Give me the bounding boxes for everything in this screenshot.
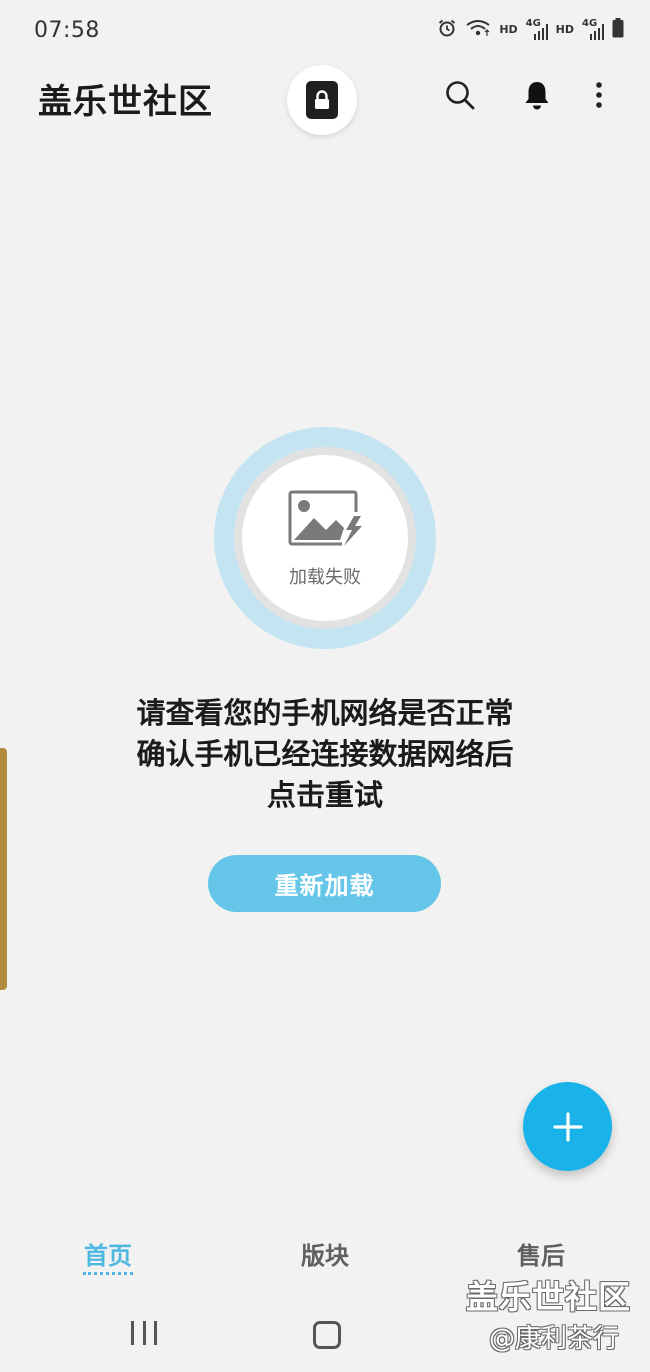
nav-active-indicator <box>83 1272 133 1275</box>
battery-icon <box>612 18 624 41</box>
lock-icon <box>306 81 338 119</box>
nav-tab-home[interactable]: 首页 <box>83 1236 133 1271</box>
app-bar: 盖乐世社区 <box>0 62 650 135</box>
status-icons: HD 4G HD 4G <box>437 18 624 41</box>
app-title: 盖乐世社区 <box>38 82 213 122</box>
load-failed-label: 加载失败 <box>289 567 361 588</box>
plus-icon <box>552 1111 583 1142</box>
error-message-line: 点击重试 <box>266 778 383 812</box>
nav-tab-after-sales[interactable]: 售后 <box>516 1236 566 1271</box>
hd-label: HD <box>499 23 518 36</box>
edge-panel-handle[interactable] <box>0 748 7 990</box>
broken-image-icon <box>288 490 368 550</box>
error-message-line: 确认手机已经连接数据网络后 <box>136 737 514 771</box>
nav-tab-forums[interactable]: 版块 <box>300 1236 350 1271</box>
status-time: 07:58 <box>34 18 100 43</box>
wifi-icon <box>465 18 491 41</box>
hd-label: HD <box>555 23 574 36</box>
alarm-icon <box>437 18 457 41</box>
error-message-line: 请查看您的手机网络是否正常 <box>136 696 514 730</box>
watermark-title: 盖乐世社区 <box>466 1278 632 1316</box>
watermark-author: @康利茶行 <box>489 1324 620 1354</box>
create-post-button[interactable] <box>523 1082 612 1171</box>
lock-button[interactable] <box>287 65 357 135</box>
recent-apps-icon[interactable] <box>131 1321 157 1345</box>
error-message: 请查看您的手机网络是否正常 确认手机已经连接数据网络后 点击重试 <box>60 693 590 816</box>
bell-icon[interactable] <box>519 77 555 113</box>
signal-icon: 4G <box>582 18 604 40</box>
search-icon[interactable] <box>442 77 478 113</box>
more-vertical-icon[interactable] <box>581 77 617 113</box>
status-bar: 07:58 HD 4G HD 4G <box>0 0 650 62</box>
reload-button[interactable]: 重新加载 <box>208 855 441 912</box>
home-icon[interactable] <box>313 1321 341 1349</box>
signal-icon: 4G <box>526 18 548 40</box>
